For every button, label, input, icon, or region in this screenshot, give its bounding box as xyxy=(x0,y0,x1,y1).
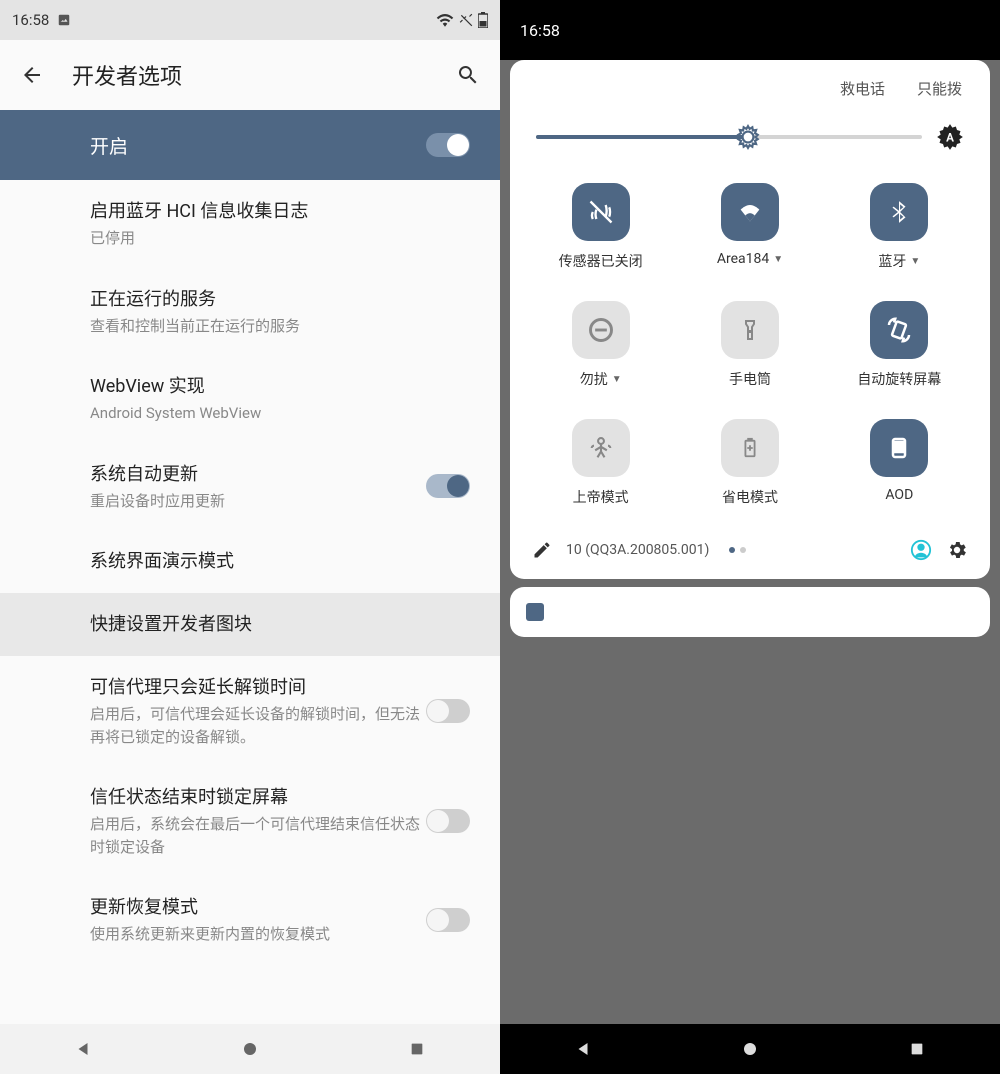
edit-icon[interactable] xyxy=(532,540,552,560)
battery-icon xyxy=(478,12,488,28)
gear-icon[interactable] xyxy=(946,539,968,561)
emergency-call-link[interactable]: 救电话 xyxy=(840,78,885,99)
lock-trust-switch[interactable] xyxy=(426,809,470,833)
nav-recent-icon[interactable] xyxy=(905,1037,929,1061)
page-dots xyxy=(729,547,896,553)
tile-auto-rotate[interactable]: 自动旋转屏幕 xyxy=(825,301,974,389)
status-time: 16:58 xyxy=(12,11,49,29)
app-header: 开发者选项 xyxy=(0,40,500,110)
tile-wifi[interactable]: Area184▼ xyxy=(675,183,824,271)
nav-home-icon[interactable] xyxy=(238,1037,262,1061)
chevron-down-icon: ▼ xyxy=(612,374,622,385)
setting-lock-on-trust-end[interactable]: 信任状态结束时锁定屏幕启用后，系统会在最后一个可信代理结束信任状态时锁定设备 xyxy=(0,766,500,876)
setting-webview[interactable]: WebView 实现Android System WebView xyxy=(0,355,500,443)
user-icon[interactable] xyxy=(910,539,932,561)
qs-tile-grid: 传感器已关闭 Area184▼ 蓝牙▼ 勿扰▼ 手电筒 自动旋转屏幕 xyxy=(526,173,974,527)
recovery-switch[interactable] xyxy=(426,908,470,932)
svg-text:A: A xyxy=(946,131,954,145)
sensors-off-icon xyxy=(572,183,630,241)
brightness-row: A xyxy=(526,117,974,173)
bluetooth-icon xyxy=(870,183,928,241)
nav-bar-right xyxy=(500,1024,1000,1074)
aod-icon xyxy=(870,419,928,477)
tile-dnd[interactable]: 勿扰▼ xyxy=(526,301,675,389)
status-bar-right: 16:58 xyxy=(500,0,1000,60)
setting-auto-update[interactable]: 系统自动更新重启设备时应用更新 xyxy=(0,443,500,531)
setting-trust-agent-extend[interactable]: 可信代理只会延长解锁时间启用后，可信代理会延长设备的解锁时间，但无法再将已锁定的… xyxy=(0,656,500,766)
auto-update-switch[interactable] xyxy=(426,474,470,498)
chevron-down-icon: ▼ xyxy=(910,256,920,267)
tile-bluetooth[interactable]: 蓝牙▼ xyxy=(825,183,974,271)
trust-extend-switch[interactable] xyxy=(426,699,470,723)
master-switch[interactable] xyxy=(426,133,470,157)
picture-notif-icon xyxy=(526,603,544,621)
wifi-tile-icon xyxy=(721,183,779,241)
qs-footer: 10 (QQ3A.200805.001) xyxy=(526,527,974,569)
auto-brightness-icon[interactable]: A xyxy=(936,123,964,151)
search-icon[interactable] xyxy=(456,63,480,87)
tile-sensors-off[interactable]: 传感器已关闭 xyxy=(526,183,675,271)
master-toggle-label: 开启 xyxy=(90,132,426,159)
restricted-call-link[interactable]: 只能拨 xyxy=(917,78,962,99)
nav-bar-left xyxy=(0,1024,500,1074)
setting-bluetooth-hci[interactable]: 启用蓝牙 HCI 信息收集日志已停用 xyxy=(0,180,500,268)
qs-top-links: 救电话 只能拨 xyxy=(526,74,974,117)
setting-qs-dev-tiles[interactable]: 快捷设置开发者图块 xyxy=(0,593,500,656)
brightness-slider[interactable] xyxy=(536,135,922,139)
battery-saver-icon xyxy=(721,419,779,477)
picture-icon xyxy=(57,13,71,27)
back-icon[interactable] xyxy=(20,63,44,87)
god-mode-icon xyxy=(572,419,630,477)
wifi-icon xyxy=(436,13,454,27)
signal-off-icon xyxy=(459,13,473,27)
right-phone: 16:58 救电话 只能拨 A 传感器已关闭 Ar xyxy=(500,0,1000,1074)
setting-update-recovery[interactable]: 更新恢复模式使用系统更新来更新内置的恢复模式 xyxy=(0,876,500,964)
nav-recent-icon[interactable] xyxy=(405,1037,429,1061)
build-number: 10 (QQ3A.200805.001) xyxy=(566,542,709,558)
nav-back-icon[interactable] xyxy=(71,1037,95,1061)
tile-battery-saver[interactable]: 省电模式 xyxy=(675,419,824,507)
notification-card[interactable] xyxy=(510,587,990,637)
master-toggle-bar[interactable]: 开启 xyxy=(0,110,500,180)
tile-flashlight[interactable]: 手电筒 xyxy=(675,301,824,389)
status-time-right: 16:58 xyxy=(520,21,560,40)
setting-demo-mode[interactable]: 系统界面演示模式 xyxy=(0,530,500,593)
tile-aod[interactable]: AOD xyxy=(825,419,974,507)
rotate-icon xyxy=(870,301,928,359)
settings-list: 启用蓝牙 HCI 信息收集日志已停用 正在运行的服务查看和控制当前正在运行的服务… xyxy=(0,180,500,1024)
setting-running-services[interactable]: 正在运行的服务查看和控制当前正在运行的服务 xyxy=(0,268,500,356)
flashlight-icon xyxy=(721,301,779,359)
page-title: 开发者选项 xyxy=(72,59,428,91)
nav-back-icon[interactable] xyxy=(571,1037,595,1061)
brightness-thumb-icon[interactable] xyxy=(735,124,761,150)
nav-home-icon[interactable] xyxy=(738,1037,762,1061)
status-bar-left: 16:58 xyxy=(0,0,500,40)
tile-god-mode[interactable]: 上帝模式 xyxy=(526,419,675,507)
dnd-icon xyxy=(572,301,630,359)
quick-settings-panel: 救电话 只能拨 A 传感器已关闭 Area184▼ xyxy=(510,60,990,579)
chevron-down-icon: ▼ xyxy=(773,254,783,265)
left-phone: 16:58 开发者选项 开启 启用蓝牙 HCI 信息收集日志已停用 正在运行的服… xyxy=(0,0,500,1074)
